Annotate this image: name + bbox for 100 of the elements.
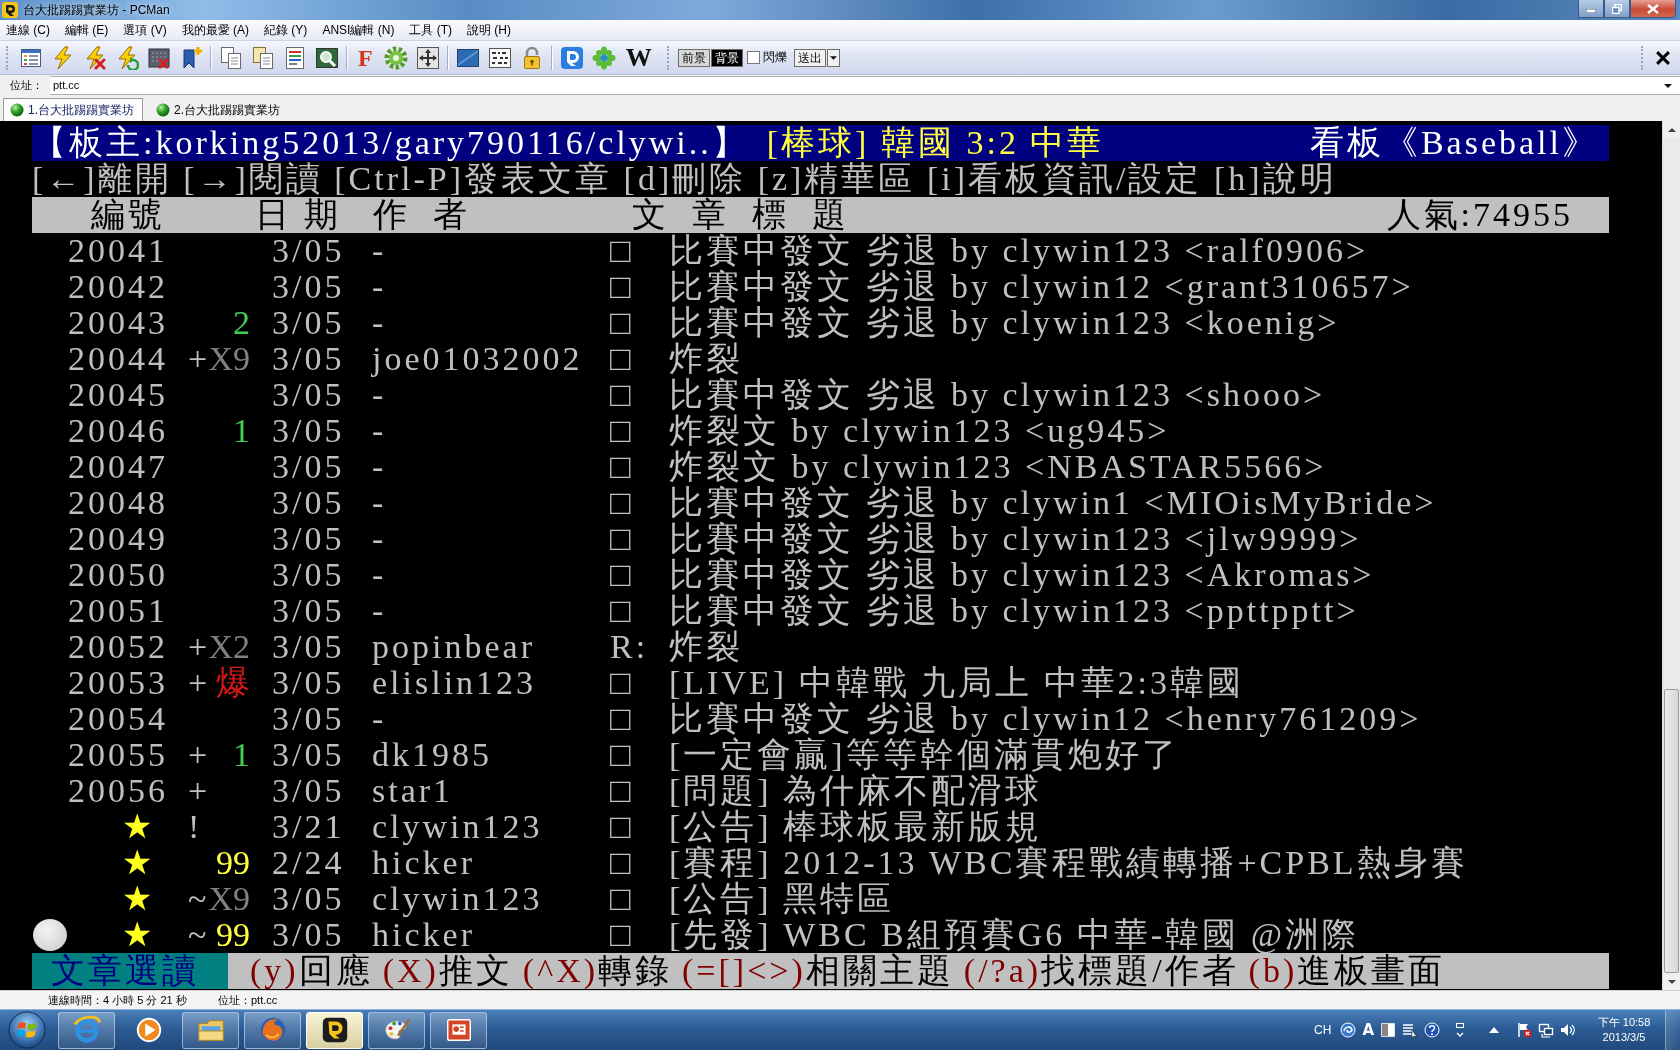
flower-icon[interactable] bbox=[591, 45, 616, 70]
post-date: 3/05 bbox=[272, 341, 346, 377]
taskbar-button[interactable] bbox=[368, 1011, 425, 1049]
post-title[interactable]: 比賽中發文 劣退 by clywin12 <henry761209> bbox=[669, 701, 1609, 737]
post-author: elislin123 bbox=[372, 665, 537, 701]
post-title[interactable]: 比賽中發文 劣退 by clywin123 <jlw9999> bbox=[669, 521, 1609, 557]
network-icon[interactable] bbox=[1538, 1022, 1554, 1038]
post-title[interactable]: [一定會贏]等等幹個滿貫炮好了 bbox=[669, 737, 1609, 773]
post-title[interactable]: [先發] WBC B組預賽G6 中華-韓國 @洲際 bbox=[669, 917, 1609, 953]
flag-cross-icon[interactable] bbox=[1516, 1022, 1532, 1038]
foreground-button[interactable]: 前景 bbox=[677, 48, 710, 67]
gear-icon[interactable] bbox=[383, 45, 408, 70]
push-count: 99 bbox=[216, 917, 250, 953]
post-author: - bbox=[372, 701, 387, 737]
document-lines-icon[interactable] bbox=[283, 45, 307, 70]
post-status-text: + bbox=[188, 737, 208, 773]
symbols-panel-icon[interactable] bbox=[487, 45, 512, 70]
letter-button[interactable]: F bbox=[358, 45, 373, 70]
swirl-icon[interactable] bbox=[1340, 1022, 1357, 1038]
menu-item[interactable]: 紀錄 (Y) bbox=[264, 21, 308, 39]
post-title[interactable]: 炸裂文 by clywin123 <ug945> bbox=[669, 413, 1609, 449]
command-key: (^X) bbox=[522, 953, 598, 989]
address-field[interactable]: ptt.cc bbox=[50, 75, 1680, 95]
help-icon[interactable] bbox=[1424, 1022, 1440, 1038]
menu-item[interactable]: ANSI編輯 (N) bbox=[322, 21, 395, 39]
language-indicator[interactable]: CH bbox=[1314, 1023, 1332, 1037]
post-title[interactable]: 比賽中發文 劣退 by clywin123 <koenig> bbox=[669, 305, 1609, 341]
command-label: 轉錄 bbox=[598, 953, 672, 989]
caret-icon[interactable] bbox=[1664, 83, 1672, 88]
screen-magnifier-icon[interactable] bbox=[315, 45, 339, 70]
post-type: □ bbox=[610, 917, 634, 953]
post-title[interactable]: 比賽中發文 劣退 by clywin123 <ppttpptt> bbox=[669, 593, 1609, 629]
clock-date[interactable]: 2013/3/5 bbox=[1602, 1030, 1646, 1045]
blink-checkbox[interactable] bbox=[746, 51, 760, 64]
push-count: X2 bbox=[208, 629, 250, 665]
post-title[interactable]: 炸裂 bbox=[669, 341, 1609, 377]
post-author: dk1985 bbox=[372, 737, 492, 773]
post-author: - bbox=[372, 413, 387, 449]
post-title[interactable]: 比賽中發文 劣退 by clywin123 <shooo> bbox=[669, 377, 1609, 413]
dropdown-button[interactable] bbox=[826, 48, 840, 67]
post-number: 20052 bbox=[68, 629, 168, 665]
lightning-arrow-icon[interactable] bbox=[115, 45, 139, 70]
post-title[interactable]: [公告] 棒球板最新版規 bbox=[669, 809, 1609, 845]
lightning-icon[interactable] bbox=[51, 45, 75, 70]
post-title[interactable]: 比賽中發文 劣退 by clywin123 <Akromas> bbox=[669, 557, 1609, 593]
post-title[interactable]: 比賽中發文 劣退 by clywin12 <grant310657> bbox=[669, 269, 1609, 305]
post-title[interactable]: [LIVE] 中韓戰 九局上 中華2:3韓國 bbox=[669, 665, 1609, 701]
column-header: 作 者 bbox=[373, 197, 471, 233]
screen-cross-icon[interactable] bbox=[147, 45, 171, 70]
close-icon bbox=[1647, 3, 1659, 14]
menu-item[interactable]: 連線 (C) bbox=[6, 21, 50, 39]
command-label: 找標題/作者 bbox=[1041, 953, 1239, 989]
background-button[interactable]: 背景 bbox=[710, 48, 743, 67]
window-title: 台大批踢踢實業坊 - PCMan bbox=[23, 1, 170, 19]
post-title[interactable]: [賽程] 2012-13 WBC賽程戰績轉播+CPBL熱身賽 bbox=[669, 845, 1609, 881]
clock-time[interactable]: 下午 10:58 bbox=[1597, 1015, 1651, 1030]
input-mode-indicator[interactable]: A bbox=[1362, 1021, 1374, 1039]
show-desktop-button[interactable] bbox=[1665, 1010, 1680, 1050]
post-title[interactable]: 炸裂文 by clywin123 <NBASTAR5566> bbox=[669, 449, 1609, 485]
speaker-icon[interactable] bbox=[1560, 1022, 1576, 1038]
send-button[interactable]: 送出 bbox=[793, 48, 826, 67]
copy-icon[interactable] bbox=[219, 45, 243, 70]
half-square-icon[interactable] bbox=[1380, 1022, 1396, 1038]
start-orb-icon[interactable] bbox=[8, 1011, 46, 1049]
menu-item[interactable]: 編輯 (E) bbox=[65, 21, 109, 39]
letter-button[interactable]: W bbox=[625, 45, 652, 70]
post-type: □ bbox=[610, 593, 634, 629]
menu-item[interactable]: 工具 (T) bbox=[409, 21, 453, 39]
post-status-text: ~ bbox=[188, 917, 207, 953]
scrollbar[interactable] bbox=[1662, 121, 1680, 990]
list-cursor-icon[interactable] bbox=[1402, 1022, 1418, 1038]
post-type: □ bbox=[610, 305, 634, 341]
lightning-cross-icon[interactable] bbox=[83, 45, 107, 70]
post-title[interactable]: [問題] 為什麻不配滑球 bbox=[669, 773, 1609, 809]
caret-icon bbox=[829, 55, 837, 60]
minimize-icon bbox=[1586, 9, 1596, 13]
post-title[interactable]: 比賽中發文 劣退 by clywin1 <MIOisMyBride> bbox=[669, 485, 1609, 521]
close-button[interactable] bbox=[1630, 0, 1676, 18]
post-type: □ bbox=[610, 845, 634, 881]
taskbar-button[interactable] bbox=[430, 1011, 487, 1049]
restore-button[interactable] bbox=[1604, 0, 1630, 18]
scroll-down-button[interactable] bbox=[1663, 973, 1680, 990]
post-title[interactable]: 比賽中發文 劣退 by clywin123 <ralf0906> bbox=[669, 233, 1609, 269]
menu-item[interactable]: 說明 (H) bbox=[467, 21, 512, 39]
resize-arrows-icon[interactable] bbox=[415, 45, 440, 70]
minimize-button[interactable] bbox=[1578, 0, 1604, 18]
scroll-up-button[interactable] bbox=[1663, 121, 1680, 138]
post-title[interactable]: 炸裂 bbox=[669, 629, 1609, 665]
tab[interactable]: 2.台大批踢踢實業坊 bbox=[149, 98, 290, 121]
options-icon[interactable] bbox=[1455, 1022, 1465, 1038]
popularity-text: 人氣:74955 bbox=[1386, 197, 1573, 233]
board-title: [棒球] 韓國 3:2 中華 bbox=[766, 125, 1105, 161]
post-title[interactable]: [公告] 黑特區 bbox=[669, 881, 1609, 917]
paste-icon[interactable] bbox=[251, 45, 275, 70]
tab[interactable]: 1.台大批踢踢實業坊 bbox=[3, 98, 143, 121]
menu-item[interactable]: 選項 (V) bbox=[123, 21, 167, 39]
scrollbar-thumb[interactable] bbox=[1664, 689, 1679, 973]
up-arrow-icon[interactable] bbox=[1489, 1027, 1499, 1033]
menu-item[interactable]: 我的最愛 (A) bbox=[181, 21, 250, 39]
app-logo-icon[interactable] bbox=[559, 45, 584, 70]
